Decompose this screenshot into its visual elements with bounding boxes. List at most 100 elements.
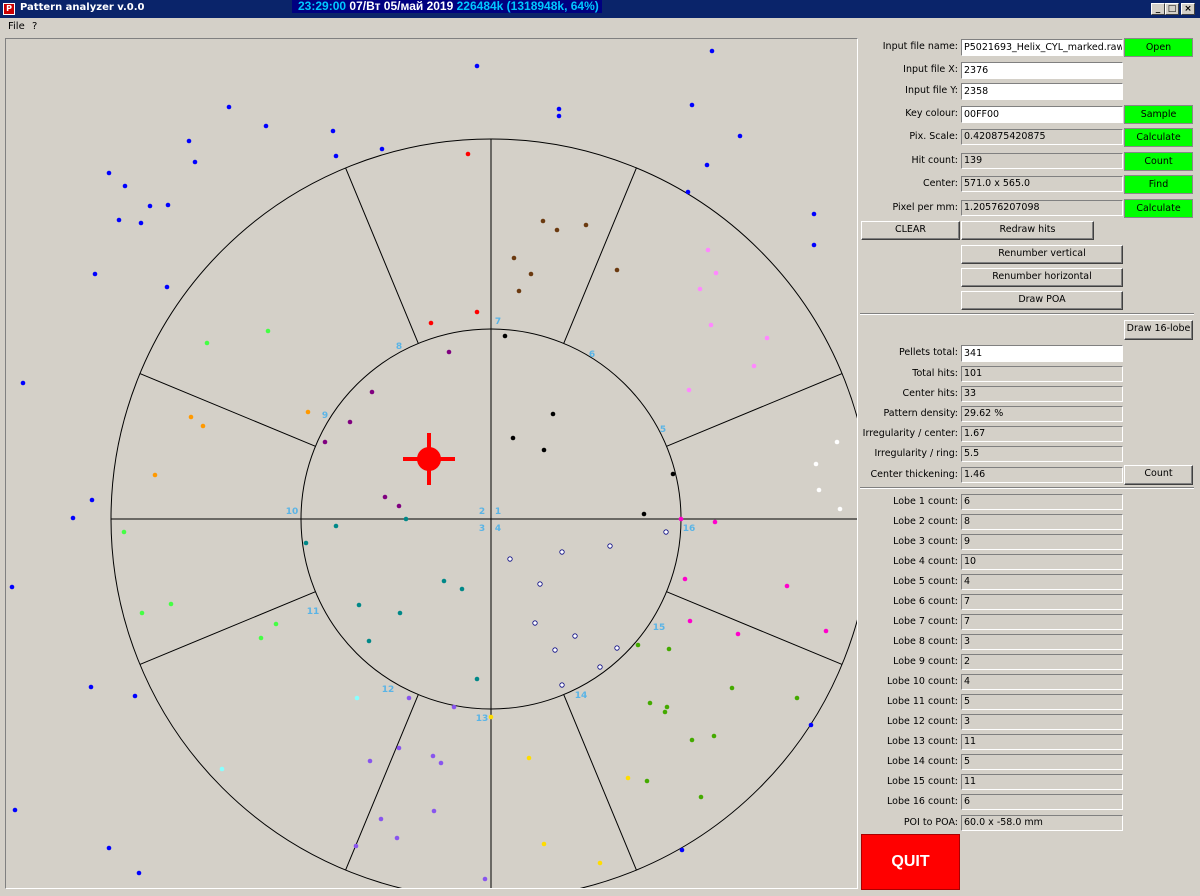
hit-dot-green	[258, 635, 264, 641]
sample-button[interactable]: Sample	[1124, 105, 1193, 124]
hit-dot-purple	[446, 349, 452, 355]
input-file-x-field[interactable]: 2376	[961, 62, 1123, 79]
hit-dot-violet	[394, 835, 400, 841]
lobe-count-label: Lobe 13 count:	[887, 736, 958, 747]
hit-dot-blue	[12, 807, 18, 813]
lobe-divider	[563, 167, 637, 344]
calculate-ppm-button[interactable]: Calculate	[1124, 199, 1193, 218]
poa-crosshair-v	[427, 433, 431, 485]
hit-dot-red	[465, 151, 471, 157]
hit-dot-hollow	[537, 581, 543, 587]
input-file-name-field[interactable]: P5021693_Helix_CYL_marked.raw	[961, 39, 1123, 56]
lobe-number: 1	[495, 507, 501, 517]
pixel-per-mm-value: 1.20576207098	[961, 200, 1123, 216]
hit-dot-teal	[333, 523, 339, 529]
stat-label: Irregularity / ring:	[874, 448, 958, 459]
app-icon: P	[3, 3, 15, 15]
lobe-number: 13	[476, 714, 489, 724]
hit-dot-violet	[482, 876, 488, 882]
hit-dot-yellow	[541, 841, 547, 847]
hit-dot-olive	[635, 642, 641, 648]
hit-dot-green	[204, 340, 210, 346]
hit-dot-blue	[106, 170, 112, 176]
hit-dot-red	[428, 320, 434, 326]
redraw-hits-button[interactable]: Redraw hits	[961, 221, 1094, 240]
hit-dot-teal	[403, 516, 409, 522]
minimize-button[interactable]: _	[1151, 3, 1165, 15]
hit-dot-blue	[263, 123, 269, 129]
close-icon: ×	[1184, 4, 1192, 14]
hit-dot-hollow	[552, 647, 558, 653]
lobe-count-label: Lobe 1 count:	[893, 496, 958, 507]
lobe-number: 6	[589, 350, 595, 360]
hit-dot-blue	[186, 138, 192, 144]
open-button[interactable]: Open	[1124, 38, 1193, 57]
lobe-number: 2	[479, 507, 485, 517]
hit-dot-blue	[226, 104, 232, 110]
hit-dot-blue	[379, 146, 385, 152]
hit-dot-olive	[698, 794, 704, 800]
poi-to-poa-value: 60.0 x -58.0 mm	[961, 815, 1123, 831]
hit-dot-violet	[438, 760, 444, 766]
hit-dot-olive	[666, 646, 672, 652]
lobe-count-value: 5	[961, 694, 1123, 710]
quit-button[interactable]: QUIT	[861, 834, 960, 890]
target-canvas[interactable]: 1 2 3 4 5 6 7 8 9 10 11 12 13 14 15 16	[5, 38, 858, 889]
hit-dot-brown	[554, 227, 560, 233]
calculate-scale-button[interactable]: Calculate	[1124, 128, 1193, 147]
hit-dot-black	[541, 447, 547, 453]
clock-overlay: 23:29:00 07/Вт 05/май 2019 226484k (1318…	[292, 0, 602, 13]
hit-dot-blue	[138, 220, 144, 226]
draw-16-lobe-button[interactable]: Draw 16-lobe	[1124, 320, 1193, 340]
key-colour-field[interactable]: 00FF00	[961, 106, 1123, 123]
maximize-icon: □	[1167, 4, 1177, 14]
draw-poa-button[interactable]: Draw POA	[961, 291, 1123, 310]
hit-dot-brown	[614, 267, 620, 273]
hit-dot-blue	[147, 203, 153, 209]
renumber-vertical-button[interactable]: Renumber vertical	[961, 245, 1123, 264]
hit-dot-blue	[330, 128, 336, 134]
lobe-count-value: 3	[961, 714, 1123, 730]
hit-dot-blue	[89, 497, 95, 503]
hit-dot-green	[265, 328, 271, 334]
hit-dot-black	[510, 435, 516, 441]
lobe-count-value: 4	[961, 574, 1123, 590]
hit-dot-hollow	[597, 664, 603, 670]
stat-label: Center thickening:	[870, 469, 958, 480]
menu-file[interactable]: File	[8, 21, 25, 32]
hit-dot-olive	[647, 700, 653, 706]
hit-dot-blue	[811, 211, 817, 217]
hit-dot-red	[474, 309, 480, 315]
lobe-divider	[666, 373, 843, 447]
count-thickening-button[interactable]: Count	[1124, 465, 1193, 485]
hit-dot-purple	[369, 389, 375, 395]
lobe-divider	[345, 167, 419, 344]
hit-dot-blue	[164, 284, 170, 290]
hit-dot-blue	[685, 189, 691, 195]
lobe-count-value: 7	[961, 614, 1123, 630]
renumber-horizontal-button[interactable]: Renumber horizontal	[961, 268, 1123, 287]
hit-dot-blue	[106, 845, 112, 851]
maximize-button[interactable]: □	[1165, 3, 1179, 15]
hit-dot-green	[121, 529, 127, 535]
lobe-number: 11	[307, 607, 320, 617]
menu-help[interactable]: ?	[32, 21, 37, 32]
stat-value: 33	[961, 386, 1123, 402]
clear-button[interactable]: CLEAR	[861, 221, 960, 240]
stat-label: Center hits:	[902, 388, 958, 399]
hit-dot-blue	[704, 162, 710, 168]
input-file-y-label: Input file Y:	[905, 85, 958, 96]
hit-dot-green	[273, 621, 279, 627]
close-button[interactable]: ×	[1181, 3, 1195, 15]
hit-count-value: 139	[961, 153, 1123, 169]
menu-bar: File ?	[0, 18, 1200, 36]
hit-dot-hollow	[607, 543, 613, 549]
count-hits-button[interactable]: Count	[1124, 152, 1193, 171]
title-bar[interactable]: P Pattern analyzer v.0.0 23:29:00 07/Вт …	[0, 0, 1200, 18]
input-file-y-field[interactable]: 2358	[961, 83, 1123, 100]
stat-input[interactable]: 341	[961, 345, 1123, 362]
hit-dot-olive	[664, 704, 670, 710]
hit-dot-yellow	[526, 755, 532, 761]
find-center-button[interactable]: Find	[1124, 175, 1193, 194]
hit-dot-blue	[136, 870, 142, 876]
